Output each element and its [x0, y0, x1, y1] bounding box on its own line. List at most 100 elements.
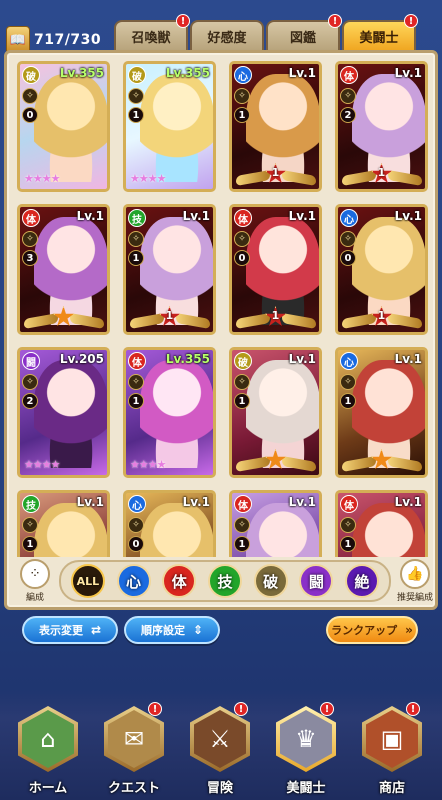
skill-count-badge: 1: [128, 250, 144, 266]
fighter-card[interactable]: 体 Lv.1 ✧ 0 1: [229, 204, 322, 335]
wing-right: [387, 170, 422, 186]
rank-emblem: [341, 449, 422, 473]
rank-number: 1: [377, 309, 386, 322]
nav-item-adventure[interactable]: ⚔! 冒険: [180, 702, 260, 796]
card-side-icons: ✧ 1: [128, 231, 144, 266]
wing-left: [129, 313, 164, 329]
fighter-card[interactable]: 体 Lv.1 ✧ 1: [335, 490, 428, 557]
level-label: Lv.1: [288, 209, 316, 223]
tab-label: 召喚獣: [131, 30, 171, 46]
collection-count-text: 717/730: [34, 32, 102, 48]
wing-left: [23, 313, 58, 329]
tab-affection[interactable]: 好感度: [190, 20, 264, 50]
skill-count-badge: 0: [22, 107, 38, 123]
wing-left: [235, 170, 270, 186]
fighter-card[interactable]: 技 Lv.1 ✧ 1: [17, 490, 110, 557]
filter-attribute-button[interactable]: 体: [162, 564, 197, 598]
tab-fighters[interactable]: 美闘士 !: [342, 14, 418, 50]
tab-encyclopedia[interactable]: 図鑑 !: [266, 14, 342, 50]
card-side-icons: ✧ 2: [22, 374, 38, 409]
star-rating: ★★★★: [24, 172, 60, 185]
nav-label: 商店: [378, 781, 405, 796]
rank-emblem: 1: [341, 163, 422, 187]
fighter-card[interactable]: 心 Lv.1 ✧ 1 1: [229, 61, 322, 192]
filter-attribute-button[interactable]: 絶: [345, 564, 380, 598]
level-label: Lv.1: [76, 209, 104, 223]
fighter-card[interactable]: 闘 Lv.205 ✧ 2 ★★★★: [17, 347, 110, 478]
attribute-badge: 心: [234, 66, 252, 84]
star-rating: ★★★★: [130, 458, 166, 471]
role-icon: ✧: [234, 88, 250, 104]
display-change-button[interactable]: 表示変更 ⇄: [22, 616, 118, 644]
formation-label: 編成: [25, 593, 44, 603]
fighter-card[interactable]: 体 Lv.1 ✧ 1: [229, 490, 322, 557]
notification-badge: !: [406, 702, 420, 716]
filter-attribute-button[interactable]: 破: [253, 564, 288, 598]
notification-badge: !: [404, 14, 418, 28]
level-label: Lv.1: [394, 352, 422, 366]
level-label: Lv.1: [182, 495, 210, 509]
formation-button[interactable]: ⁘ 編成: [15, 559, 55, 603]
swap-icon: ⇄: [90, 623, 102, 637]
fighter-portrait: [34, 74, 107, 182]
nav-item-home[interactable]: ⌂ ホーム: [8, 702, 88, 796]
header: 📖 717/730 召喚獣 ! 好感度 図鑑 ! 美闘士 !: [0, 0, 442, 54]
card-side-icons: ✧ 2: [340, 88, 356, 123]
card-side-icons: ✧ 1: [128, 374, 144, 409]
card-side-icons: ✧ 0: [234, 231, 250, 266]
recommended-formation-button[interactable]: 👍 推奨編成: [395, 559, 435, 603]
nav-label: ホーム: [28, 781, 68, 796]
fighter-card[interactable]: 破 Lv.355 ✧ 0 ★★★★: [17, 61, 110, 192]
attribute-badge: 心: [340, 352, 358, 370]
tab-summon[interactable]: 召喚獣 !: [114, 14, 190, 50]
level-label: Lv.355: [165, 66, 210, 80]
rank-emblem: [23, 306, 104, 330]
fighter-card[interactable]: 体 Lv.355 ✧ 1 ★★★★: [123, 347, 216, 478]
wing-right: [387, 313, 422, 329]
nav-item-fighters[interactable]: ♛! 美闘士: [266, 702, 346, 796]
filter-attribute-button[interactable]: 心: [116, 564, 151, 598]
nav-item-quest[interactable]: ✉! クエスト: [94, 702, 174, 796]
controls-row: 表示変更 ⇄ 順序設定 ⇕ ランクアップ »: [0, 616, 442, 646]
order-setting-button[interactable]: 順序設定 ⇕: [124, 616, 220, 644]
attribute-badge: 体: [234, 209, 252, 227]
attribute-badge: 体: [128, 352, 146, 370]
wing-right: [387, 456, 422, 472]
filter-all-button[interactable]: ALL: [70, 564, 105, 598]
filter-track: ALL 心体技破闘絶: [59, 560, 391, 602]
fighter-card[interactable]: 体 Lv.1 ✧ 2 1: [335, 61, 428, 192]
rank-number: 1: [271, 309, 280, 322]
role-icon: ✧: [340, 231, 356, 247]
role-icon: ✧: [22, 88, 38, 104]
skill-count-badge: 2: [340, 107, 356, 123]
nav-label: 冒険: [206, 781, 233, 796]
card-side-icons: ✧ 1: [340, 374, 356, 409]
fighter-card[interactable]: 破 Lv.355 ✧ 1 ★★★★: [123, 61, 216, 192]
rank-emblem: 1: [235, 306, 316, 330]
filter-attribute-button[interactable]: 闘: [299, 564, 334, 598]
star-rating: ★★★★: [130, 172, 166, 185]
fighter-card[interactable]: 心 Lv.1 ✧ 0 1: [335, 204, 428, 335]
filter-attribute-button[interactable]: 技: [207, 564, 242, 598]
rank-up-button[interactable]: ランクアップ »: [326, 616, 418, 644]
fighter-card[interactable]: 技 Lv.1 ✧ 1 1: [123, 204, 216, 335]
role-icon: ✧: [128, 231, 144, 247]
card-side-icons: ✧ 1: [234, 517, 250, 552]
rank-emblem: [235, 449, 316, 473]
wing-right: [175, 313, 210, 329]
level-label: Lv.355: [59, 66, 104, 80]
fighter-card[interactable]: 心 Lv.1 ✧ 1: [335, 347, 428, 478]
card-side-icons: ✧ 1: [234, 374, 250, 409]
bottom-navigation: ⌂ ホーム ✉! クエスト ⚔! 冒険 ♛! 美闘士 ▣! 商店: [0, 690, 442, 800]
tab-bar: 召喚獣 ! 好感度 図鑑 ! 美闘士 !: [114, 14, 418, 50]
attribute-badge: 破: [128, 66, 146, 84]
fighter-card[interactable]: 心 Lv.1 ✧ 0: [123, 490, 216, 557]
wing-right: [281, 170, 316, 186]
attribute-badge: 技: [128, 209, 146, 227]
attribute-badge: 体: [340, 495, 358, 513]
skill-count-badge: 1: [234, 536, 250, 552]
role-icon: ✧: [128, 88, 144, 104]
nav-item-shop[interactable]: ▣! 商店: [352, 702, 432, 796]
fighter-card[interactable]: 体 Lv.1 ✧ 3: [17, 204, 110, 335]
fighter-card[interactable]: 破 Lv.1 ✧ 1: [229, 347, 322, 478]
